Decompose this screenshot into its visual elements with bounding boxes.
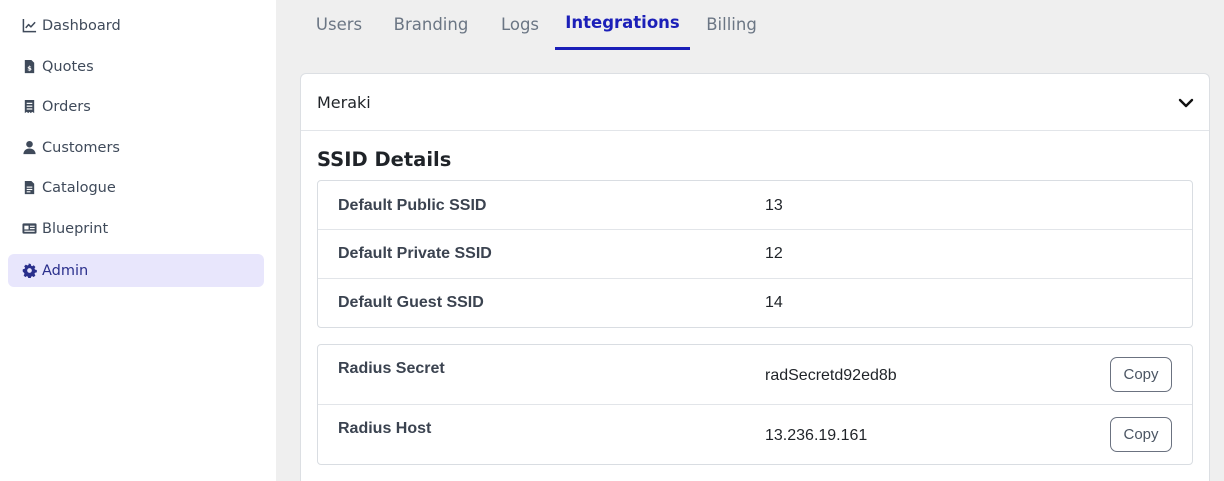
table-row: Radius Secret radSecretd92ed8b Copy xyxy=(318,345,1192,405)
sidebar-item-blueprint[interactable]: Blueprint xyxy=(8,212,264,245)
chevron-down-icon[interactable] xyxy=(1177,94,1195,112)
row-value: 14 xyxy=(765,294,783,311)
tab-branding[interactable]: Branding xyxy=(393,0,469,50)
svg-text:$: $ xyxy=(27,65,32,73)
row-label: Default Guest SSID xyxy=(338,294,484,311)
gear-icon xyxy=(21,263,37,279)
tab-billing[interactable]: Billing xyxy=(705,0,758,50)
section-title: SSID Details xyxy=(317,148,452,171)
sidebar-item-label: Admin xyxy=(42,262,89,279)
radius-secret-value: radSecretd92ed8b xyxy=(765,367,897,384)
sidebar-item-label: Blueprint xyxy=(42,220,109,237)
ssid-details-table: Default Public SSID 13 Default Private S… xyxy=(317,180,1193,328)
table-row: Default Private SSID 12 xyxy=(318,229,1192,278)
sidebar-item-catalogue[interactable]: Catalogue xyxy=(8,171,264,204)
row-label: Radius Host xyxy=(338,420,432,437)
tab-label: Branding xyxy=(393,14,469,34)
sidebar-item-customers[interactable]: Customers xyxy=(8,131,264,164)
file-alt-icon xyxy=(21,180,37,196)
integration-card: Meraki SSID Details Default Public SSID … xyxy=(300,73,1210,481)
table-row: Radius Host 13.236.19.161 Copy xyxy=(318,404,1192,464)
id-card-icon xyxy=(21,221,37,237)
sidebar-item-label: Orders xyxy=(42,98,91,115)
tab-integrations[interactable]: Integrations xyxy=(555,0,690,50)
row-label: Default Private SSID xyxy=(338,245,492,262)
tab-label: Users xyxy=(315,14,363,34)
row-value: 13 xyxy=(765,196,783,214)
tab-label: Integrations xyxy=(565,13,680,32)
sidebar-item-label: Dashboard xyxy=(42,17,121,34)
row-label: Radius Secret xyxy=(338,360,445,377)
tab-users[interactable]: Users xyxy=(316,0,362,50)
sidebar: Dashboard $ Quotes Orders Customers Cata… xyxy=(0,0,276,481)
chart-line-icon xyxy=(21,18,37,34)
sidebar-item-dashboard[interactable]: Dashboard xyxy=(8,9,264,42)
copy-radius-host-button[interactable]: Copy xyxy=(1110,417,1172,452)
sidebar-item-orders[interactable]: Orders xyxy=(8,90,264,123)
file-invoice-dollar-icon: $ xyxy=(21,59,37,75)
radius-host-value: 13.236.19.161 xyxy=(765,427,868,444)
integration-name: Meraki xyxy=(317,92,371,112)
copy-radius-secret-button[interactable]: Copy xyxy=(1110,357,1172,392)
sidebar-item-label: Customers xyxy=(42,139,120,156)
sidebar-item-label: Quotes xyxy=(42,58,94,75)
tab-label: Billing xyxy=(706,14,757,34)
tab-label: Logs xyxy=(500,14,540,34)
row-label: Default Public SSID xyxy=(338,196,487,214)
receipt-icon xyxy=(21,99,37,115)
sidebar-item-label: Catalogue xyxy=(42,179,116,196)
table-row: Default Guest SSID 14 xyxy=(318,278,1192,327)
integration-accordion-header[interactable]: Meraki xyxy=(301,74,1209,131)
radius-details-table: Radius Secret radSecretd92ed8b Copy Radi… xyxy=(317,344,1193,465)
table-row: Default Public SSID 13 xyxy=(318,181,1192,230)
sidebar-item-quotes[interactable]: $ Quotes xyxy=(8,50,264,83)
user-icon xyxy=(21,140,37,156)
sidebar-item-admin[interactable]: Admin xyxy=(8,254,264,287)
tab-logs[interactable]: Logs xyxy=(500,0,540,50)
row-value: 12 xyxy=(765,245,783,262)
